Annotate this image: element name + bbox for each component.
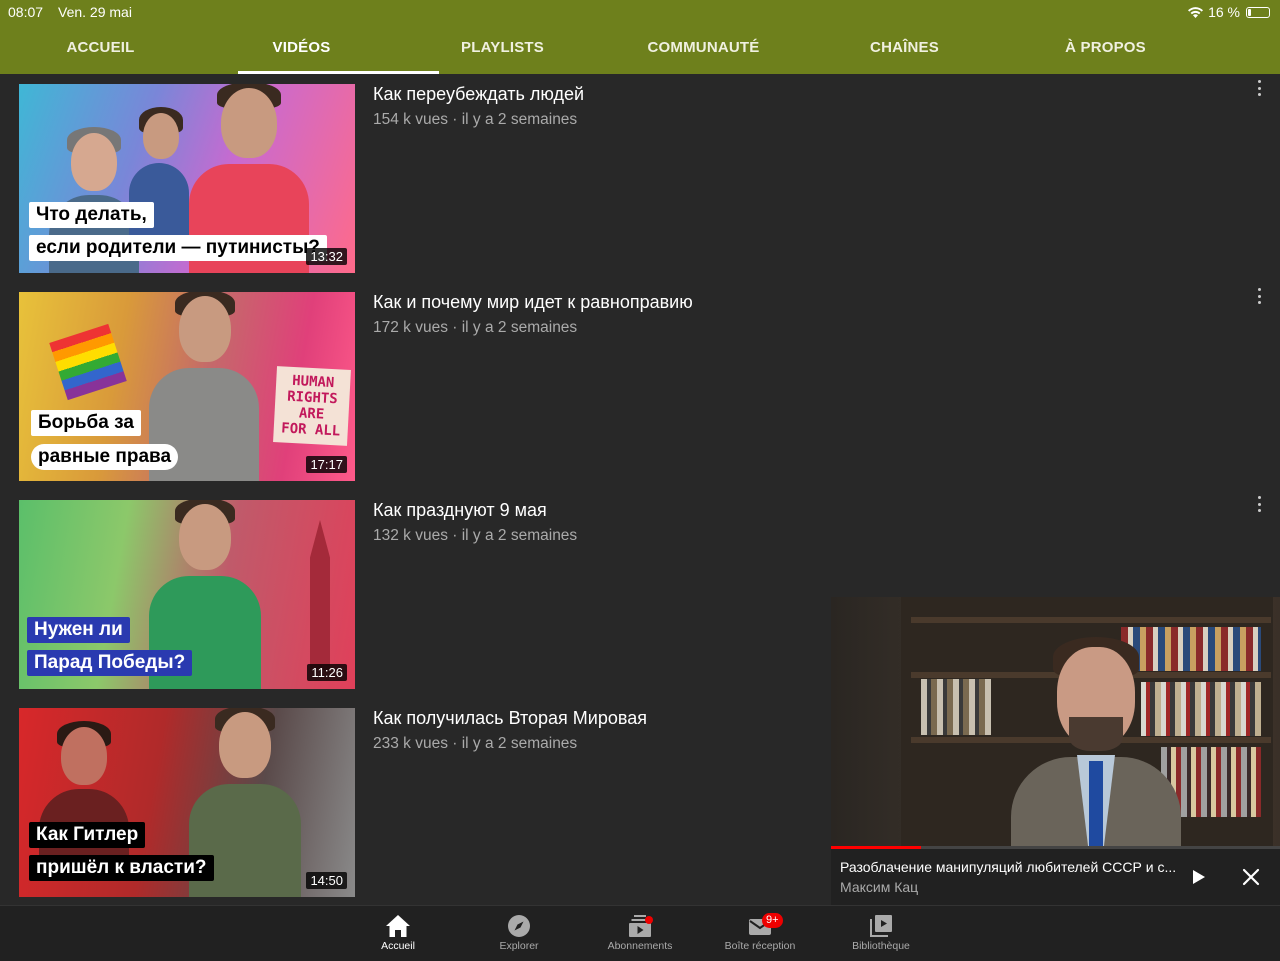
home-icon xyxy=(386,915,410,937)
video-duration: 14:50 xyxy=(306,872,347,889)
tab-chaines[interactable]: CHAÎNES xyxy=(804,24,1005,74)
video-item[interactable]: Что делать, если родители — путинисты? 1… xyxy=(0,74,1280,273)
wifi-icon xyxy=(1188,6,1204,18)
status-right: 16 % xyxy=(1187,4,1270,20)
thumbnail-caption: Что делать, xyxy=(29,202,154,228)
thumbnail-caption: пришёл к власти? xyxy=(29,855,214,881)
nav-bibliotheque[interactable]: Bibliothèque xyxy=(831,914,931,952)
nav-abonnements[interactable]: Abonnements xyxy=(590,914,690,952)
tab-communaute[interactable]: COMMUNAUTÉ xyxy=(603,24,804,74)
thumbnail-figure xyxy=(129,107,189,253)
mini-player-title[interactable]: Разоблачение манипуляций любителей СССР … xyxy=(840,859,1175,875)
video-item[interactable]: HUMAN RIGHTS ARE FOR ALL Борьба за равные п… xyxy=(0,282,1280,481)
video-thumbnail[interactable]: HUMAN RIGHTS ARE FOR ALL Борьба за равные п… xyxy=(19,292,355,481)
kremlin-tower xyxy=(310,520,330,670)
nav-explorer[interactable]: Explorer xyxy=(469,914,569,952)
tab-playlists[interactable]: PLAYLISTS xyxy=(402,24,603,74)
battery-icon xyxy=(1246,6,1270,18)
nav-label: Bibliothèque xyxy=(852,940,910,952)
video-thumbnail[interactable]: Как Гитлер пришёл к власти? 14:50 xyxy=(19,708,355,897)
play-icon[interactable] xyxy=(1188,867,1208,887)
mini-player-channel: Максим Кац xyxy=(840,879,919,895)
mini-player[interactable]: Разоблачение манипуляций любителей СССР … xyxy=(831,597,1280,905)
video-meta: 172 k vues · il y a 2 semaines xyxy=(373,319,578,336)
mini-player-progress xyxy=(831,846,1280,849)
video-meta: 132 k vues · il y a 2 semaines xyxy=(373,527,578,544)
thumbnail-caption: равные права xyxy=(31,444,179,470)
more-options-icon[interactable] xyxy=(1256,80,1262,96)
video-title[interactable]: Как переубеждать людей xyxy=(373,84,584,105)
protest-sign: HUMAN RIGHTS ARE FOR ALL xyxy=(273,366,351,446)
close-icon[interactable] xyxy=(1241,867,1261,887)
nav-label: Boîte réception xyxy=(724,940,796,952)
tab-accueil[interactable]: ACCUEIL xyxy=(0,24,201,74)
video-thumbnail[interactable]: Что делать, если родители — путинисты? 1… xyxy=(19,84,355,273)
tab-videos[interactable]: VIDÉOS xyxy=(201,24,439,74)
video-meta: 233 k vues · il y a 2 semaines xyxy=(373,735,578,752)
tab-a-propos[interactable]: À PROPOS xyxy=(1005,24,1206,74)
video-duration: 13:32 xyxy=(306,248,347,265)
rainbow-flag-icon xyxy=(49,323,127,401)
nav-accueil[interactable]: Accueil xyxy=(348,914,448,952)
thumbnail-caption: Борьба за xyxy=(31,410,141,436)
channel-tabs: ACCUEIL VIDÉOS PLAYLISTS COMMUNAUTÉ CHAÎ… xyxy=(0,24,1280,74)
nav-boite-reception[interactable]: 9+ Boîte réception xyxy=(710,913,810,952)
thumbnail-caption: если родители — путинисты? xyxy=(29,235,327,261)
nav-label: Explorer xyxy=(499,940,539,952)
notification-badge: 9+ xyxy=(762,913,783,928)
bottom-navigation: Accueil Explorer Abonnements 9+ Boîte ré… xyxy=(0,905,1280,961)
more-options-icon[interactable] xyxy=(1256,496,1262,512)
video-meta: 154 k vues · il y a 2 semaines xyxy=(373,111,578,128)
speaker-figure xyxy=(1011,637,1181,849)
nav-label: Abonnements xyxy=(607,940,673,952)
status-time: 08:07 xyxy=(8,4,44,20)
battery-percent: 16 % xyxy=(1208,4,1240,20)
status-bar: 08:07 Ven. 29 mai 16 % xyxy=(0,0,1280,24)
mini-player-video[interactable] xyxy=(831,597,1280,849)
thumbnail-caption: Парад Победы? xyxy=(27,650,193,676)
video-duration: 11:26 xyxy=(307,664,347,681)
thumbnail-caption: Как Гитлер xyxy=(29,822,146,848)
video-title[interactable]: Как получилась Вторая Мировая xyxy=(373,708,647,729)
notification-dot xyxy=(645,916,653,924)
nav-label: Accueil xyxy=(381,940,415,952)
video-title[interactable]: Как празднуют 9 мая xyxy=(373,500,547,521)
compass-icon xyxy=(508,915,530,937)
video-title[interactable]: Как и почему мир идет к равноправию xyxy=(373,292,693,313)
thumbnail-caption: Нужен ли xyxy=(27,617,130,643)
more-options-icon[interactable] xyxy=(1256,288,1262,304)
library-icon xyxy=(870,915,892,937)
status-date: Ven. 29 mai xyxy=(58,4,132,20)
video-duration: 17:17 xyxy=(306,456,347,473)
video-thumbnail[interactable]: Нужен ли Парад Победы? 11:26 xyxy=(19,500,355,689)
